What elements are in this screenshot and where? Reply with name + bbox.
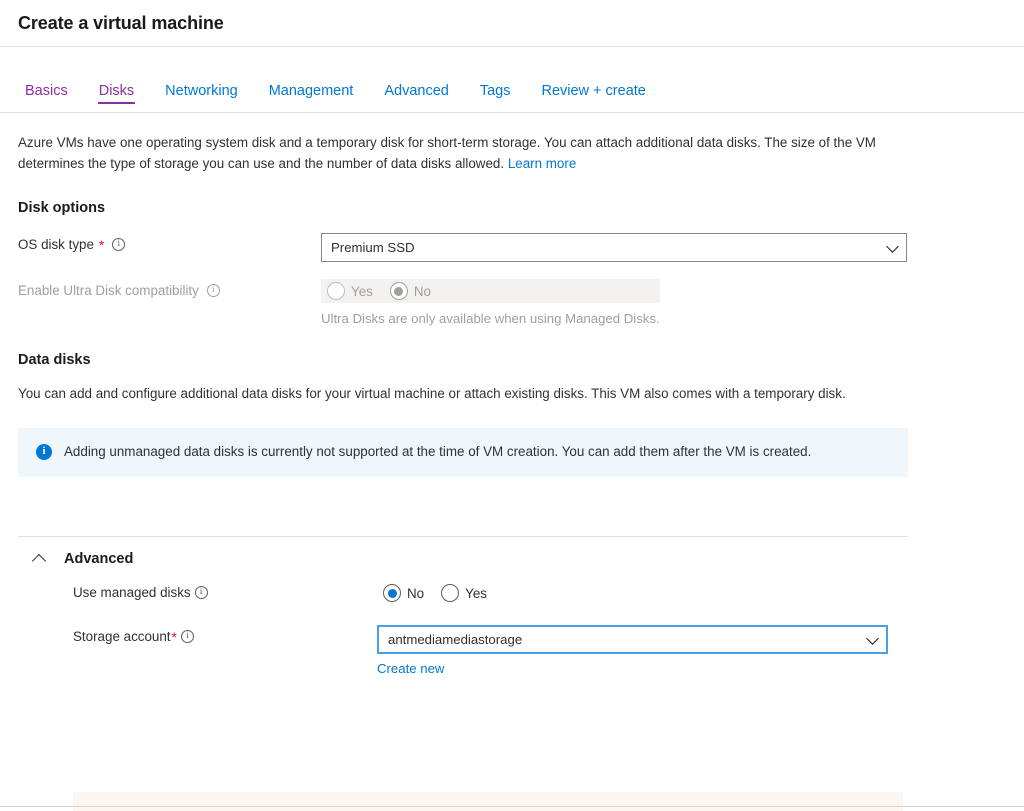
storage-account-row: Storage account * antmediamediastorage C…	[73, 625, 1006, 678]
tab-networking[interactable]: Networking	[165, 83, 238, 112]
ultra-disk-hint: Ultra Disks are only available when usin…	[321, 311, 660, 326]
chevron-down-icon	[866, 631, 879, 645]
unmanaged-disks-info-banner: Adding unmanaged data disks is currently…	[18, 428, 908, 477]
page-header: Create a virtual machine	[0, 0, 1024, 47]
ultra-disk-option-yes: Yes	[327, 282, 373, 300]
use-managed-disks-option-no[interactable]: No	[383, 584, 424, 602]
info-icon[interactable]	[180, 630, 194, 643]
bottom-divider	[0, 806, 1024, 807]
use-managed-disks-option-no-label: No	[407, 585, 425, 601]
radio-dot-unchecked-icon	[441, 584, 460, 602]
data-disks-description: You can add and configure additional dat…	[18, 386, 846, 401]
os-disk-type-select[interactable]: Premium SSD	[321, 233, 907, 262]
radio-dot-checked-icon	[389, 282, 408, 300]
ultra-disk-control: Yes No Ultra Disks are only available wh…	[321, 279, 660, 326]
ultra-disk-option-yes-label: Yes	[351, 283, 373, 299]
create-new-storage-account-link[interactable]: Create new	[377, 661, 444, 676]
use-managed-disks-label: Use managed disks	[73, 581, 377, 600]
intro-text: Azure VMs have one operating system disk…	[18, 135, 876, 171]
tab-review-create[interactable]: Review + create	[541, 83, 645, 112]
ultra-disk-row: Enable Ultra Disk compatibility Yes No U…	[18, 279, 1006, 326]
storage-account-label-text: Storage account	[73, 629, 171, 644]
advanced-section-toggle[interactable]: Advanced	[18, 551, 278, 569]
use-managed-disks-option-yes[interactable]: Yes	[441, 584, 487, 602]
radio-dot-checked-icon	[383, 584, 401, 602]
info-circle-icon	[36, 443, 52, 460]
storage-account-control: antmediamediastorage Create new	[377, 625, 888, 678]
page-title: Create a virtual machine	[18, 12, 224, 33]
tab-bar: Basics Disks Networking Management Advan…	[0, 47, 1024, 113]
info-icon[interactable]	[206, 284, 220, 297]
ultra-disk-option-no: No	[389, 282, 431, 300]
use-managed-disks-option-yes-label: Yes	[465, 585, 487, 601]
use-managed-disks-row: Use managed disks No Yes	[73, 581, 1006, 605]
os-disk-type-value: Premium SSD	[331, 240, 415, 255]
tab-disks[interactable]: Disks	[97, 83, 136, 112]
ultra-disk-option-no-label: No	[413, 283, 431, 299]
disks-panel: Azure VMs have one operating system disk…	[0, 113, 1024, 678]
data-disks-heading: Data disks	[18, 352, 91, 368]
intro-paragraph: Azure VMs have one operating system disk…	[18, 132, 908, 174]
os-disk-type-label-text: OS disk type	[18, 237, 94, 252]
disk-options-heading: Disk options	[18, 200, 106, 216]
tab-management[interactable]: Management	[269, 83, 354, 112]
ultra-disk-label: Enable Ultra Disk compatibility	[18, 279, 321, 298]
advanced-section-title: Advanced	[64, 551, 134, 567]
advanced-divider	[18, 536, 908, 537]
ultra-disk-radio-group: Yes No	[321, 279, 660, 303]
tab-advanced[interactable]: Advanced	[384, 83, 449, 112]
os-disk-type-required-marker: *	[98, 236, 105, 253]
tab-tags[interactable]: Tags	[480, 83, 511, 112]
storage-account-value: antmediamediastorage	[388, 632, 523, 647]
use-managed-disks-label-text: Use managed disks	[73, 585, 191, 600]
storage-account-select[interactable]: antmediamediastorage	[377, 625, 888, 654]
use-managed-disks-radio-group: No Yes	[377, 581, 493, 605]
warning-banner-partial	[73, 792, 903, 811]
chevron-down-icon	[886, 239, 899, 253]
learn-more-link[interactable]: Learn more	[508, 156, 576, 171]
tab-basics[interactable]: Basics	[25, 83, 68, 112]
ultra-disk-label-text: Enable Ultra Disk compatibility	[18, 283, 199, 298]
os-disk-type-label: OS disk type *	[18, 233, 321, 252]
info-icon[interactable]	[194, 586, 208, 599]
os-disk-type-row: OS disk type * Premium SSD	[18, 233, 1006, 262]
chevron-up-icon	[31, 553, 47, 569]
unmanaged-disks-info-text: Adding unmanaged data disks is currently…	[64, 444, 812, 459]
radio-dot-unchecked-icon	[327, 282, 345, 300]
storage-account-label: Storage account *	[73, 625, 377, 644]
info-icon[interactable]	[112, 238, 126, 251]
advanced-section-body: Use managed disks No Yes Storage account…	[18, 581, 1006, 678]
storage-account-required-marker: *	[171, 628, 177, 645]
